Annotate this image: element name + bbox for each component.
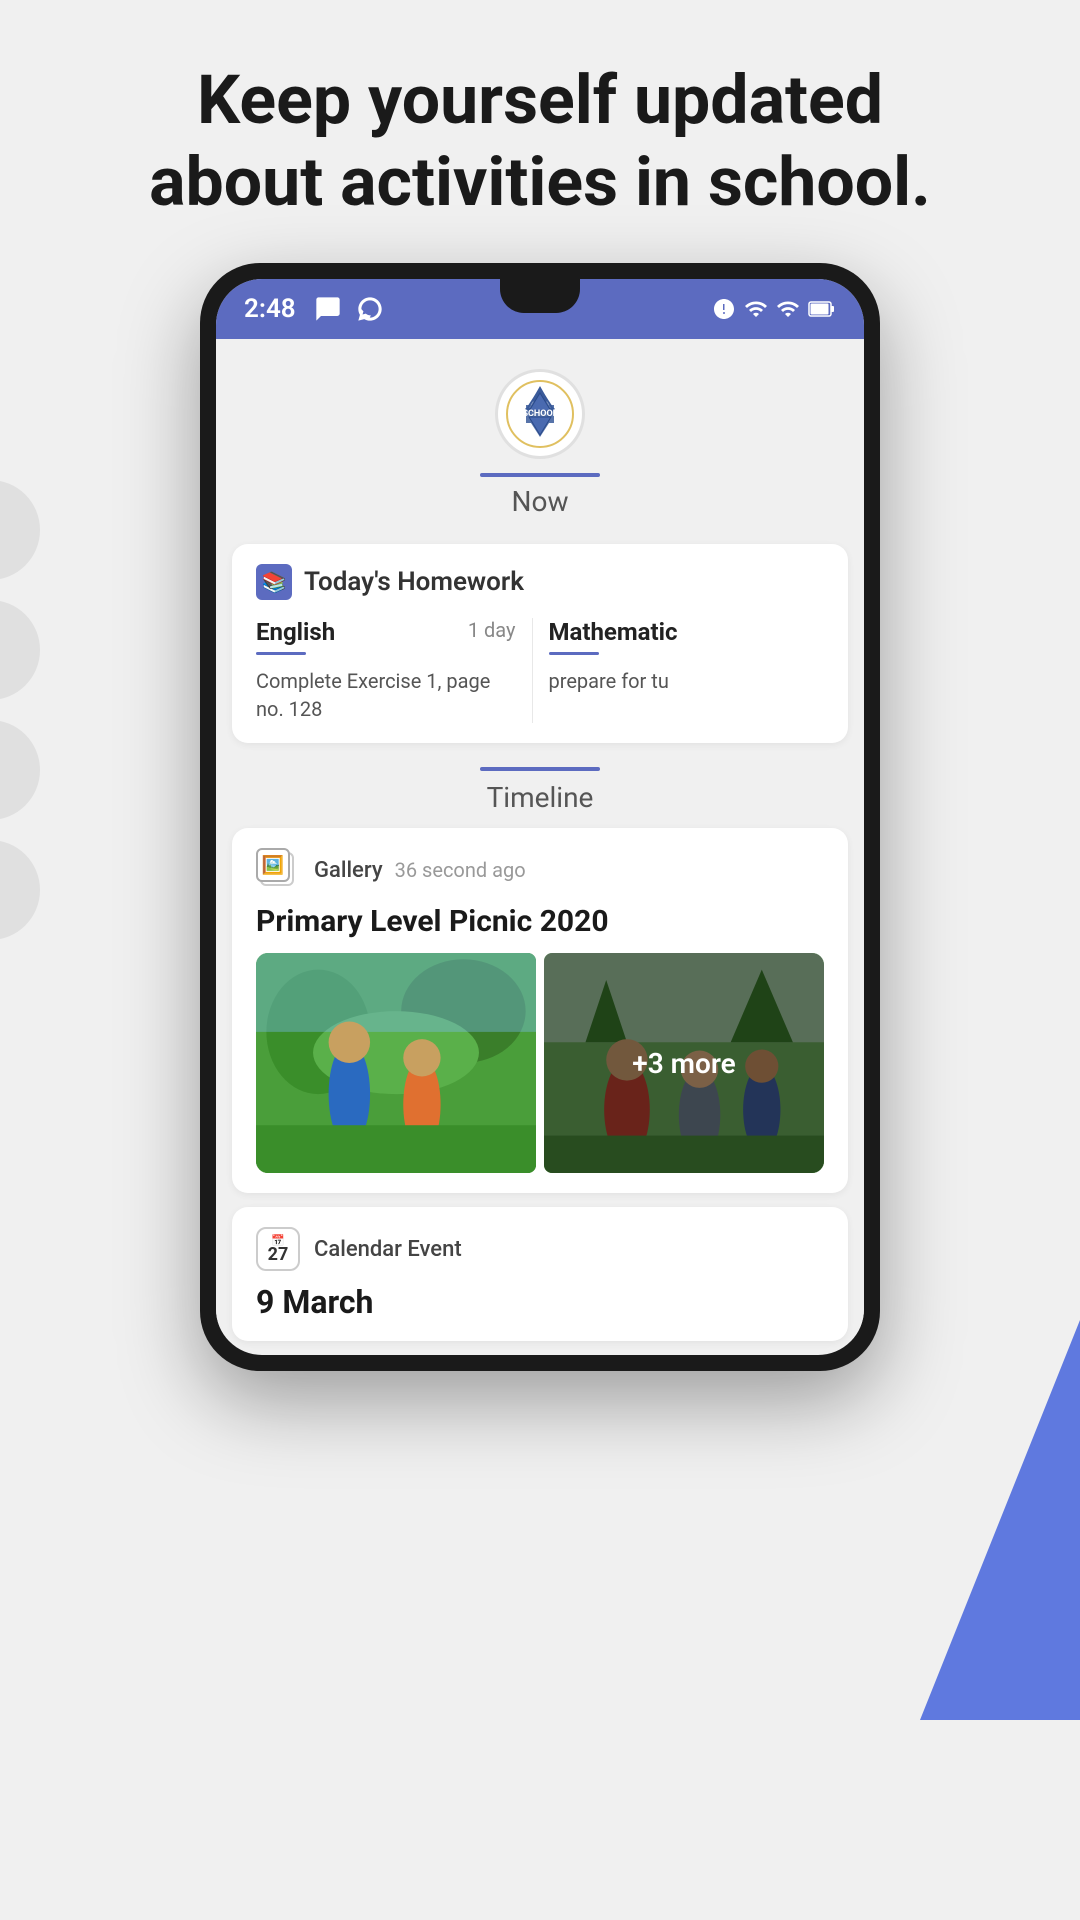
message-icon xyxy=(314,295,342,323)
wifi-icon xyxy=(744,297,768,321)
more-count-text: +3 more xyxy=(632,1047,735,1080)
school-header: SCHOOL Now xyxy=(216,339,864,534)
homework-card: 📚 Today's Homework English 1 day Complet… xyxy=(232,544,848,743)
calendar-event-card[interactable]: 📅 27 Calendar Event 9 March xyxy=(232,1207,848,1341)
homework-icon: 📚 xyxy=(256,564,292,600)
school-logo: SCHOOL xyxy=(495,369,585,459)
english-subject-name: English xyxy=(256,618,335,646)
timeline-section: Timeline xyxy=(216,767,864,828)
timeline-label[interactable]: Timeline xyxy=(487,781,594,814)
svg-text:SCHOOL: SCHOOL xyxy=(522,409,557,419)
more-overlay: +3 more xyxy=(544,953,824,1173)
english-days: 1 day xyxy=(468,618,516,642)
photo-2[interactable]: +3 more xyxy=(544,953,824,1173)
calendar-icon: 📅 27 xyxy=(256,1227,300,1271)
status-time: 2:48 xyxy=(244,294,296,324)
gallery-time: 36 second ago xyxy=(395,858,526,882)
gallery-card-header: 🖼️ Gallery 36 second ago xyxy=(256,848,824,892)
math-task: prepare for tu xyxy=(549,669,669,693)
page-heading: Keep yourself updated about activities i… xyxy=(0,0,1080,263)
background-triangle xyxy=(920,1320,1080,1720)
calendar-card-header: 📅 27 Calendar Event xyxy=(256,1227,824,1271)
whatsapp-icon xyxy=(356,295,384,323)
signal-icon xyxy=(776,297,800,321)
photo-grid: +3 more xyxy=(256,953,824,1173)
math-underline xyxy=(549,652,599,655)
english-underline xyxy=(256,652,306,655)
page-title: Keep yourself updated about activities i… xyxy=(80,60,1000,223)
phone-frame: 2:48 xyxy=(200,263,880,1371)
calendar-type: Calendar Event xyxy=(314,1237,462,1262)
battery-icon xyxy=(808,297,836,321)
gallery-timeline-card[interactable]: 🖼️ Gallery 36 second ago Primary Level P… xyxy=(232,828,848,1193)
calendar-date: 9 March xyxy=(256,1283,824,1321)
status-icons-left xyxy=(314,295,384,323)
status-bar: 2:48 xyxy=(216,279,864,339)
timeline-tab-indicator xyxy=(480,767,600,771)
english-task: Complete Exercise 1, page no. 128 xyxy=(256,669,490,721)
alarm-icon xyxy=(712,297,736,321)
homework-card-header: 📚 Today's Homework xyxy=(256,564,824,600)
status-right xyxy=(712,297,836,321)
now-tab-indicator xyxy=(480,473,600,477)
subjects-row: English 1 day Complete Exercise 1, page … xyxy=(256,618,824,723)
phone-screen: 2:48 xyxy=(216,279,864,1355)
now-tab-label[interactable]: Now xyxy=(512,485,569,518)
photo-1[interactable] xyxy=(256,953,536,1173)
homework-title: Today's Homework xyxy=(304,567,524,597)
english-subject: English 1 day Complete Exercise 1, page … xyxy=(256,618,532,723)
school-logo-image: SCHOOL xyxy=(505,379,575,449)
phone-mockup: 2:48 xyxy=(0,263,1080,1371)
gallery-title: Primary Level Picnic 2020 xyxy=(256,904,824,939)
gallery-type: Gallery xyxy=(314,858,383,883)
math-subject: Mathematic prepare for tu xyxy=(532,618,825,723)
app-content: SCHOOL Now 📚 Today's Homework xyxy=(216,339,864,1341)
gallery-meta: Gallery 36 second ago xyxy=(314,858,526,883)
calendar-meta: Calendar Event xyxy=(314,1237,462,1262)
calendar-icon-number: 27 xyxy=(268,1246,289,1264)
gallery-icon: 🖼️ xyxy=(256,848,300,892)
status-left: 2:48 xyxy=(244,294,384,324)
math-subject-name: Mathematic xyxy=(549,618,678,646)
photo-scene-1 xyxy=(256,953,536,1173)
phone-notch xyxy=(500,279,580,313)
